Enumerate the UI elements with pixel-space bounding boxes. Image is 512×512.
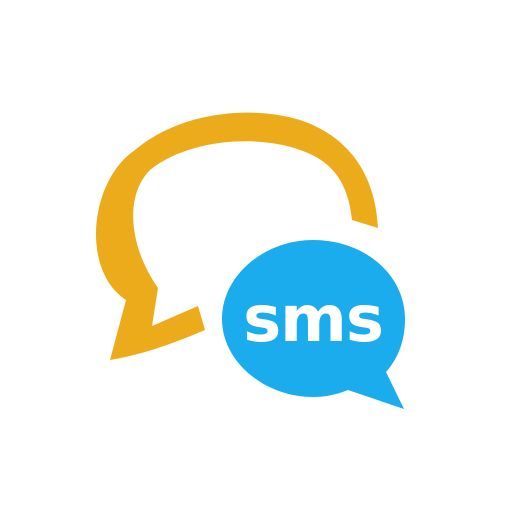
chat-bubbles-icon: sms xyxy=(96,112,405,409)
sms-label: sms xyxy=(243,283,383,357)
filled-speech-bubble: sms xyxy=(222,240,405,409)
sms-app-icon: sms xyxy=(0,0,512,512)
